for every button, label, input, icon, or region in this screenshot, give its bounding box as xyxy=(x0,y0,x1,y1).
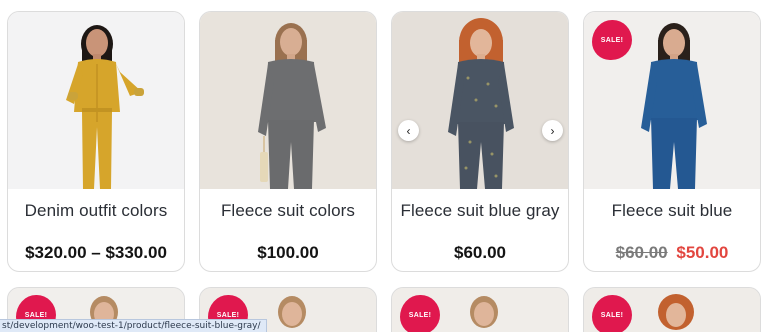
prev-image-button[interactable]: ‹ xyxy=(398,120,419,141)
product-title[interactable]: Fleece suit blue xyxy=(584,201,760,221)
product-image[interactable] xyxy=(8,12,184,189)
product-price: $320.00 – $330.00 xyxy=(25,243,167,262)
product-title[interactable]: Fleece suit colors xyxy=(200,201,376,221)
product-image[interactable] xyxy=(392,12,568,189)
product-price: $60.00 $50.00 xyxy=(584,243,760,263)
next-image-button[interactable]: › xyxy=(542,120,563,141)
chevron-right-icon: › xyxy=(550,123,555,138)
product-price: $100.00 xyxy=(257,243,319,262)
sale-price: $50.00 xyxy=(676,243,729,262)
product-card[interactable]: SALE! xyxy=(391,287,569,332)
product-title[interactable]: Fleece suit blue gray xyxy=(392,201,568,221)
product-title[interactable]: Denim outfit colors xyxy=(8,201,184,221)
product-card[interactable]: ‹ › Fleece suit blue gray $60.00 xyxy=(391,11,569,272)
sale-badge: SALE! xyxy=(400,295,440,332)
product-card[interactable]: SALE! xyxy=(583,287,761,332)
product-card[interactable]: SALE! Fleece suit blue $60.00 $50.00 xyxy=(583,11,761,272)
product-card[interactable]: Fleece suit colors $100.00 xyxy=(199,11,377,272)
status-bar-url: st/development/woo-test-1/product/fleece… xyxy=(0,319,267,332)
product-card[interactable]: Denim outfit colors $320.00 – $330.00 xyxy=(7,11,185,272)
product-image[interactable] xyxy=(200,12,376,189)
sale-badge: SALE! xyxy=(592,20,632,60)
original-price: $60.00 xyxy=(615,243,668,262)
product-price: $60.00 xyxy=(454,243,506,262)
chevron-left-icon: ‹ xyxy=(406,123,411,138)
sale-badge: SALE! xyxy=(592,295,632,332)
